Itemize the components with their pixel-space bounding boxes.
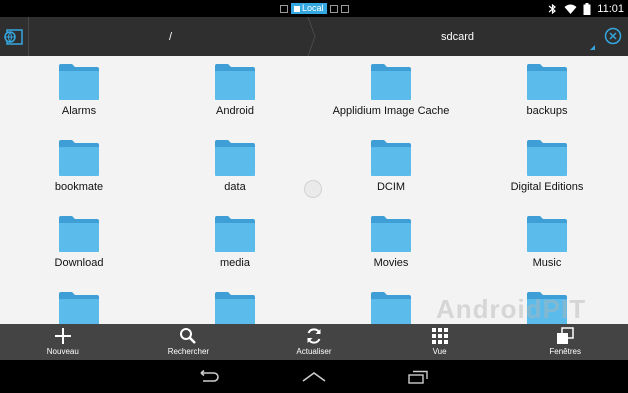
local-label: Local: [302, 3, 324, 13]
folder-name: media: [220, 257, 250, 269]
folder-name: Android: [216, 105, 254, 117]
folder-name: Applidium Image Cache: [332, 105, 450, 117]
refresh-button[interactable]: Actualiser: [251, 324, 377, 360]
windows-label: Fenêtres: [549, 347, 581, 356]
refresh-icon: [307, 328, 321, 344]
system-status: 11:01: [547, 1, 624, 16]
windows-button[interactable]: Fenêtres: [502, 324, 628, 360]
storage-indicator: Local: [280, 2, 349, 15]
breadcrumb-sdcard[interactable]: sdcard: [315, 17, 600, 56]
local-storage-icon: [294, 5, 300, 12]
folder-item[interactable]: backups: [469, 56, 625, 132]
folder-icon: [215, 64, 255, 100]
folder-name: Alarms: [61, 105, 97, 117]
folder-icon: [527, 140, 567, 176]
search-label: Rechercher: [167, 347, 210, 356]
folder-name: data: [224, 181, 246, 193]
home-nav-button[interactable]: [294, 366, 334, 388]
dropdown-indicator-icon: [590, 45, 595, 50]
recent-apps-icon: [408, 370, 428, 384]
bottom-toolbar: Nouveau Rechercher Actualiser Vue Fenêtr…: [0, 324, 628, 360]
status-bar: Local 11:01: [0, 0, 628, 17]
folder-icon: [59, 64, 99, 100]
folder-icon: [527, 216, 567, 252]
windows-icon: [557, 327, 574, 344]
watermark: AndroidPIT: [436, 294, 587, 324]
globe-window-icon: [4, 28, 23, 45]
close-path-icon[interactable]: [604, 27, 622, 45]
search-icon: [180, 328, 197, 344]
home-button[interactable]: [0, 17, 29, 56]
local-storage-badge: Local: [291, 3, 327, 14]
path-bar: / sdcard: [0, 17, 628, 56]
loading-spinner-icon: [304, 180, 322, 198]
back-button[interactable]: [188, 366, 228, 388]
back-icon: [200, 370, 219, 382]
folder-name: Movies: [373, 257, 409, 269]
folder-icon: [527, 64, 567, 100]
folder-icon: [215, 292, 255, 324]
bluetooth-icon: [548, 3, 557, 14]
view-button[interactable]: Vue: [377, 324, 503, 360]
folder-item[interactable]: Download: [1, 208, 157, 284]
home-icon: [302, 372, 326, 382]
wifi-icon: [564, 4, 577, 14]
folder-item[interactable]: DCIM: [313, 132, 469, 208]
folder-icon: [371, 292, 411, 324]
folder-item[interactable]: Digital Editions: [469, 132, 625, 208]
folder-icon: [371, 216, 411, 252]
folder-item[interactable]: bookmate: [1, 132, 157, 208]
folder-name: backups: [526, 105, 568, 117]
folder-icon: [59, 292, 99, 324]
grid-view-icon: [431, 328, 448, 344]
plus-icon: [54, 328, 71, 344]
folder-name: Download: [54, 257, 104, 269]
folder-item[interactable]: Applidium Image Cache: [313, 56, 469, 132]
folder-icon: [59, 140, 99, 176]
battery-icon: [583, 2, 591, 15]
recent-apps-button[interactable]: [398, 366, 438, 388]
folder-icon: [371, 140, 411, 176]
sd-storage-icon: [329, 4, 338, 13]
folder-item[interactable]: data: [157, 132, 313, 208]
system-navigation-bar: [0, 360, 628, 393]
folder-item[interactable]: Android: [157, 56, 313, 132]
folder-icon: [215, 140, 255, 176]
folder-icon: [371, 64, 411, 100]
usb-storage-icon: [340, 4, 349, 13]
folder-item[interactable]: Alarms: [1, 56, 157, 132]
folder-icon: [215, 216, 255, 252]
folder-item[interactable]: Movies: [313, 208, 469, 284]
folder-icon: [59, 216, 99, 252]
folder-item[interactable]: media: [157, 208, 313, 284]
breadcrumb-root[interactable]: /: [28, 17, 313, 56]
view-label: Vue: [432, 347, 447, 356]
folder-item[interactable]: Music: [469, 208, 625, 284]
folder-name: bookmate: [54, 181, 104, 193]
folder-item[interactable]: [157, 284, 313, 324]
folder-name: DCIM: [376, 181, 406, 193]
folder-name: Music: [532, 257, 562, 269]
refresh-label: Actualiser: [296, 347, 332, 356]
new-label: Nouveau: [46, 347, 79, 356]
folder-item[interactable]: [1, 284, 157, 324]
clock: 11:01: [597, 2, 624, 15]
network-storage-icon: [280, 4, 288, 13]
new-button[interactable]: Nouveau: [0, 324, 126, 360]
folder-name: Digital Editions: [510, 181, 584, 193]
search-button[interactable]: Rechercher: [126, 324, 252, 360]
